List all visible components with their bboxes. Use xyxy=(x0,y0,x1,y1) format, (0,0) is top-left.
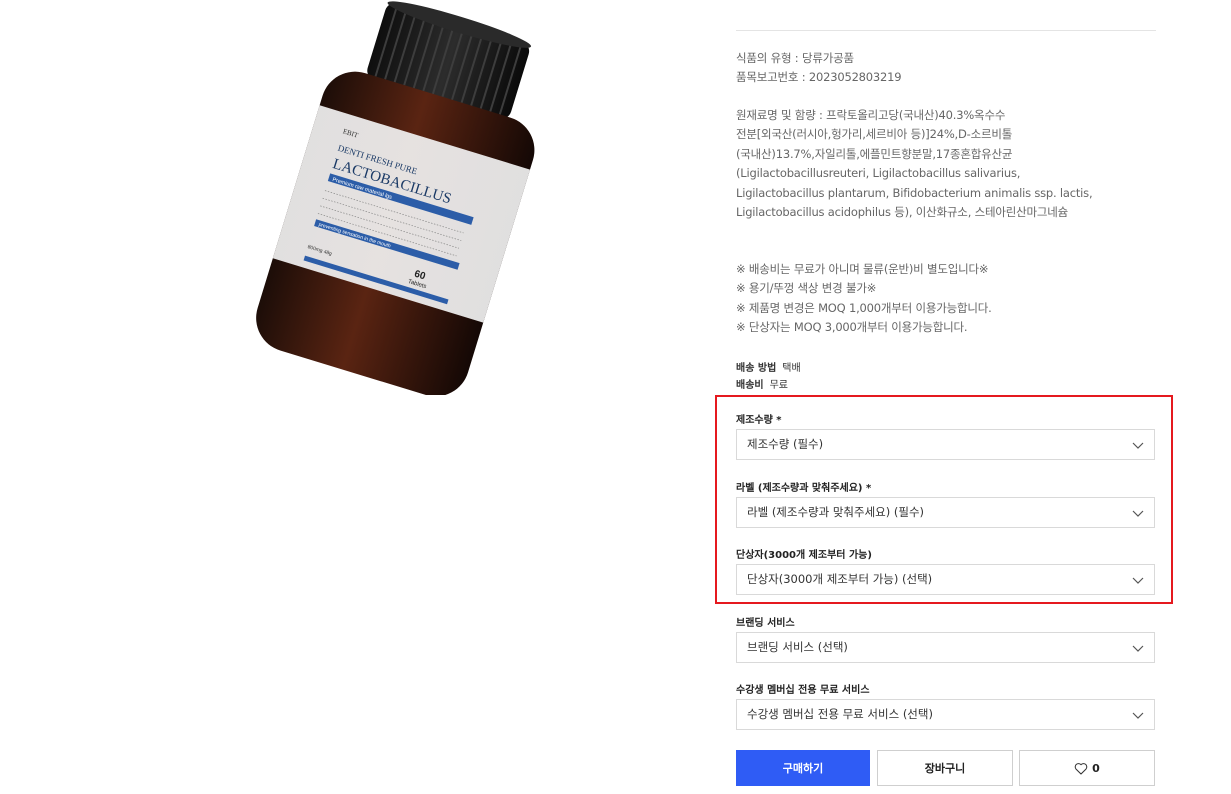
branding-select[interactable]: 브랜딩 서비스 (선택) xyxy=(736,632,1155,663)
shipping-fee-label: 배송비 xyxy=(736,380,764,391)
top-divider xyxy=(736,30,1156,31)
shipping-fee-value: 무료 xyxy=(769,380,789,391)
notice-line: ※ 용기/뚜껑 색상 변경 불가※ xyxy=(736,281,877,295)
notice-line: ※ 단상자는 MOQ 3,000개부터 이용가능합니다. xyxy=(736,320,968,334)
ingredients-line: 원재료명 및 함량 : 프락토올리고당(국내산)40.3%옥수수 xyxy=(736,108,1006,122)
label-option-label: 라벨 (제조수량과 맞춰주세요) * xyxy=(736,483,872,494)
label-select[interactable]: 라벨 (제조수량과 맞춰주세요) (필수) xyxy=(736,497,1155,528)
food-type: 식품의 유형 : 당류가공품 xyxy=(736,51,854,65)
notice-line: ※ 제품명 변경은 MOQ 1,000개부터 이용가능합니다. xyxy=(736,301,992,315)
chevron-down-icon xyxy=(1132,442,1144,449)
quantity-select[interactable]: 제조수량 (필수) xyxy=(736,429,1155,460)
chevron-down-icon xyxy=(1132,510,1144,517)
chevron-down-icon xyxy=(1132,645,1144,652)
product-image: EBIT DENTI FRESH PURE LACTOBACILLUS Prem… xyxy=(256,1,535,395)
shipping-method-value: 택배 xyxy=(782,363,801,374)
chevron-down-icon xyxy=(1132,577,1144,584)
ingredients-line: (Ligilactobacillusreuteri, Ligilactobaci… xyxy=(736,166,1021,180)
shipping-fee: 배송비 무료 xyxy=(736,376,788,391)
membership-option-label: 수강생 멤버십 전용 무료 서비스 xyxy=(736,685,870,696)
quantity-option-label: 제조수량 * xyxy=(736,415,782,426)
quantity-select-value: 제조수량 (필수) xyxy=(747,437,824,451)
buy-button[interactable]: 구매하기 xyxy=(736,750,870,786)
report-number: 품목보고번호 : 2023052803219 xyxy=(736,70,902,84)
notice-line: ※ 배송비는 무료가 아니며 물류(운반)비 별도입니다※ xyxy=(736,262,989,276)
ingredients-line: Ligilactobacillus acidophilus 등), 이산화규소,… xyxy=(736,205,1069,219)
like-count: 0 xyxy=(1092,762,1100,775)
cart-button-label: 장바구니 xyxy=(924,762,966,775)
heart-icon xyxy=(1074,763,1088,775)
like-button[interactable]: 0 xyxy=(1019,750,1155,786)
buy-button-label: 구매하기 xyxy=(782,762,824,775)
ingredients-line: 전분[외국산(러시아,헝가리,세르비아 등)]24%,D-소르비톨 xyxy=(736,127,1013,141)
box-option-label: 단상자(3000개 제조부터 가능) xyxy=(736,550,872,561)
ingredients-line: (국내산)13.7%,자일리톨,에플민트향분말,17종혼합유산균 xyxy=(736,147,1013,161)
branding-select-value: 브랜딩 서비스 (선택) xyxy=(747,640,848,654)
membership-select[interactable]: 수강생 멤버십 전용 무료 서비스 (선택) xyxy=(736,699,1155,730)
chevron-down-icon xyxy=(1132,712,1144,719)
box-select-value: 단상자(3000개 제조부터 가능) (선택) xyxy=(747,572,933,586)
label-select-value: 라벨 (제조수량과 맞춰주세요) (필수) xyxy=(747,505,925,519)
membership-select-value: 수강생 멤버십 전용 무료 서비스 (선택) xyxy=(747,707,933,721)
box-select[interactable]: 단상자(3000개 제조부터 가능) (선택) xyxy=(736,564,1155,595)
shipping-method: 배송 방법 택배 xyxy=(736,359,801,374)
shipping-method-label: 배송 방법 xyxy=(736,363,777,374)
ingredients-line: Ligilactobacillus plantarum, Bifidobacte… xyxy=(736,186,1093,200)
cart-button[interactable]: 장바구니 xyxy=(877,750,1013,786)
branding-option-label: 브랜딩 서비스 xyxy=(736,618,795,629)
